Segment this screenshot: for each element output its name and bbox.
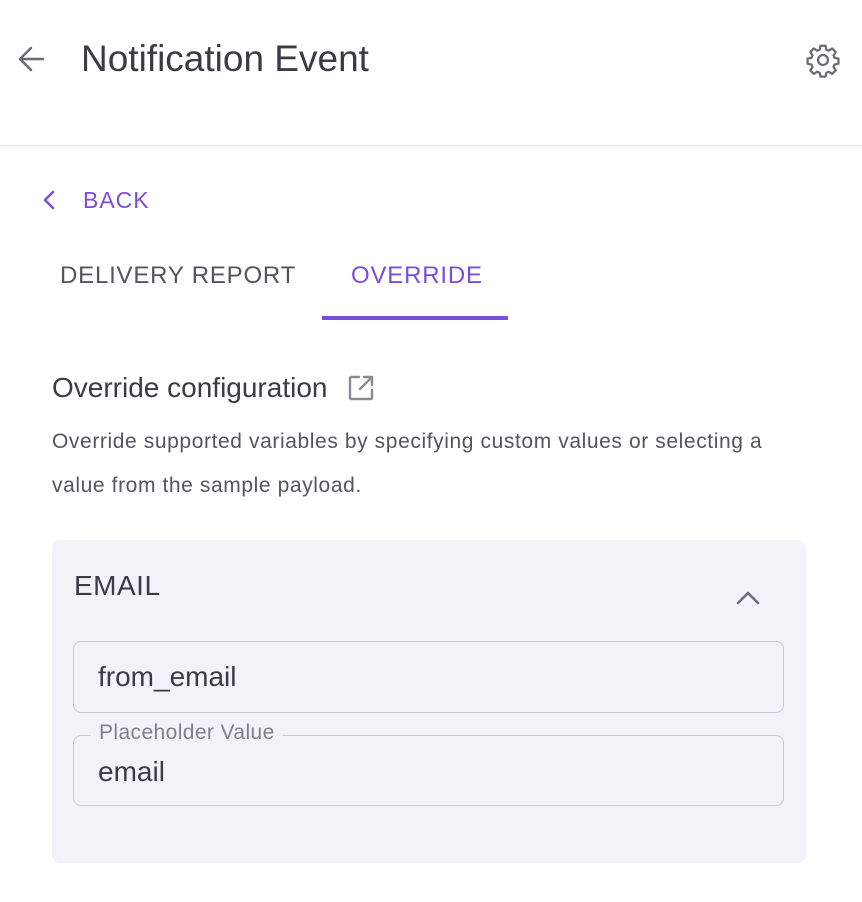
arrow-left-icon[interactable] (14, 42, 48, 76)
card-title: EMAIL (74, 570, 161, 601)
placeholder-value-field: Placeholder Value (73, 721, 784, 806)
page-title: Notification Event (81, 38, 369, 79)
variable-field (73, 641, 784, 713)
external-link-icon[interactable] (345, 372, 377, 404)
section-header: Override configuration (52, 372, 377, 404)
tab-bar: DELIVERY REPORT OVERRIDE (36, 250, 508, 320)
chevron-up-icon[interactable] (732, 582, 764, 614)
tab-override[interactable]: OVERRIDE (322, 250, 508, 320)
email-override-card: EMAIL Placeholder Value (52, 540, 806, 863)
variable-input[interactable] (98, 642, 758, 712)
placeholder-value-input[interactable] (98, 742, 758, 802)
chevron-left-icon (38, 189, 60, 211)
section-description: Override supported variables by specifyi… (52, 430, 763, 497)
back-label: BACK (83, 186, 150, 213)
back-link[interactable]: BACK (38, 182, 150, 218)
section-title: Override configuration (52, 372, 328, 403)
gear-icon[interactable] (803, 40, 843, 80)
app-header: Notification Event (0, 0, 862, 146)
tab-delivery-report[interactable]: DELIVERY REPORT (36, 250, 322, 320)
